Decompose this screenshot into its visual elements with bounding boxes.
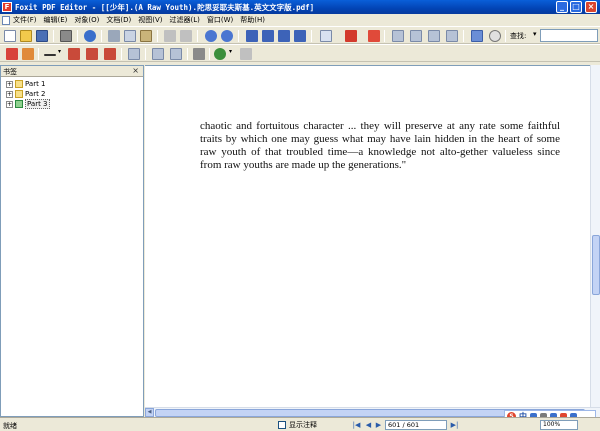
- bookmark-label: Part 2: [25, 90, 46, 98]
- minimize-button[interactable]: _: [556, 1, 568, 13]
- app-window: F Foxit PDF Editor - [[少年].(A Raw Youth)…: [0, 0, 600, 431]
- status-next-page-button[interactable]: ▶: [374, 420, 383, 430]
- bookmarks-tab[interactable]: 书签: [3, 67, 17, 77]
- status-last-page-button[interactable]: ▶|: [450, 420, 459, 430]
- bookmark-part-1[interactable]: + Part 1: [6, 79, 46, 89]
- panel-close-icon[interactable]: ×: [132, 66, 139, 75]
- page-indicator[interactable]: 601 / 601: [385, 420, 447, 430]
- find-input[interactable]: [540, 29, 598, 42]
- menu-edit[interactable]: 编辑(E): [44, 15, 68, 25]
- delete-page-icon[interactable]: [368, 30, 380, 42]
- hand-tool-icon[interactable]: [22, 48, 34, 60]
- page-layout-icon[interactable]: [392, 30, 404, 42]
- status-text: 就绪: [3, 422, 17, 430]
- close-button[interactable]: ×: [585, 1, 597, 13]
- menu-window[interactable]: 窗口(W): [207, 15, 233, 25]
- main-toolbar: 查找: ▾: [0, 26, 600, 44]
- save-icon[interactable]: [36, 30, 48, 42]
- bookmark-icon: [15, 100, 23, 108]
- menu-view[interactable]: 视图(V): [138, 15, 162, 25]
- extract-page-icon[interactable]: [345, 30, 357, 42]
- copy-icon[interactable]: [124, 30, 136, 42]
- bookmark-icon: [15, 90, 23, 98]
- zoom-level[interactable]: 100%: [540, 420, 578, 430]
- document-view[interactable]: chaotic and fortuitous character ... the…: [145, 65, 590, 407]
- image-tool-icon[interactable]: [86, 48, 98, 60]
- edit-toolbar: ▾ ▾: [0, 44, 600, 62]
- menu-document[interactable]: 文档(D): [106, 15, 131, 25]
- find-dropdown-icon[interactable]: ▾: [533, 30, 537, 38]
- rotate-page-icon[interactable]: [428, 30, 440, 42]
- status-first-page-button[interactable]: |◀: [352, 420, 361, 430]
- status-bar: 就绪 显示注释 |◀ ◀ ▶ 601 / 601 ▶| 100%: [0, 417, 600, 431]
- menu-bar: 文件(F) 编辑(E) 对象(O) 文档(D) 视图(V) 过滤器(L) 窗口(…: [0, 14, 600, 26]
- zoom-out-icon[interactable]: [221, 30, 233, 42]
- next-page-icon[interactable]: [278, 30, 290, 42]
- show-annotations-checkbox[interactable]: [278, 421, 286, 429]
- vertical-scroll-thumb[interactable]: [592, 235, 600, 295]
- vertical-scrollbar[interactable]: [590, 65, 600, 407]
- foxit-logo-icon: F: [2, 2, 12, 12]
- menu-help[interactable]: 帮助(H): [240, 15, 265, 25]
- group-icon[interactable]: [152, 48, 164, 60]
- menu-object[interactable]: 对象(O): [74, 15, 99, 25]
- scroll-left-icon[interactable]: ◀: [145, 408, 154, 417]
- show-annotations-label: 显示注释: [289, 421, 317, 429]
- menu-file[interactable]: 文件(F): [13, 15, 37, 25]
- expand-icon[interactable]: +: [6, 100, 13, 108]
- line-tool-icon[interactable]: [44, 54, 56, 56]
- color-dropdown-icon[interactable]: ▾: [229, 48, 235, 60]
- align-icon[interactable]: [240, 48, 252, 60]
- print-icon[interactable]: [60, 30, 72, 42]
- bookmark-icon: [15, 80, 23, 88]
- insert-page-icon[interactable]: [320, 30, 332, 42]
- tools-icon[interactable]: [193, 48, 205, 60]
- page-text[interactable]: chaotic and fortuitous character ... the…: [200, 120, 560, 172]
- redo-icon[interactable]: [180, 30, 192, 42]
- status-prev-page-button[interactable]: ◀: [364, 420, 373, 430]
- undo-icon[interactable]: [164, 30, 176, 42]
- last-page-icon[interactable]: [294, 30, 306, 42]
- text-tool-icon[interactable]: [6, 48, 18, 60]
- maximize-button[interactable]: □: [570, 1, 582, 13]
- info-icon[interactable]: [84, 30, 96, 42]
- first-page-icon[interactable]: [246, 30, 258, 42]
- open-folder-icon[interactable]: [20, 30, 32, 42]
- new-document-icon[interactable]: [4, 30, 16, 42]
- line-dropdown-icon[interactable]: ▾: [58, 48, 64, 60]
- window-title: Foxit PDF Editor - [[少年].(A Raw Youth).陀…: [15, 3, 315, 12]
- menu-filter[interactable]: 过滤器(L): [170, 15, 200, 25]
- about-icon[interactable]: [489, 30, 501, 42]
- resize-page-icon[interactable]: [446, 30, 458, 42]
- shape-tool-icon[interactable]: [104, 48, 116, 60]
- crop-page-icon[interactable]: [410, 30, 422, 42]
- object-select-icon[interactable]: [68, 48, 80, 60]
- bookmark-label: Part 1: [25, 80, 46, 88]
- title-bar: F Foxit PDF Editor - [[少年].(A Raw Youth)…: [0, 0, 600, 14]
- ungroup-icon[interactable]: [170, 48, 182, 60]
- bookmarks-panel: 书签 × + Part 1 + Part 2 + Part 3: [0, 65, 144, 417]
- zoom-in-icon[interactable]: [205, 30, 217, 42]
- previous-page-icon[interactable]: [262, 30, 274, 42]
- document-menu-icon[interactable]: [2, 15, 10, 25]
- bookmarks-panel-header: 书签 ×: [1, 66, 143, 77]
- color-fill-icon[interactable]: [214, 48, 226, 60]
- bring-forward-icon[interactable]: [128, 48, 140, 60]
- expand-icon[interactable]: +: [6, 80, 13, 88]
- paste-icon[interactable]: [140, 30, 152, 42]
- bookmark-part-2[interactable]: + Part 2: [6, 89, 46, 99]
- document-properties-icon[interactable]: [471, 30, 483, 42]
- expand-icon[interactable]: +: [6, 90, 13, 98]
- bookmark-part-3[interactable]: + Part 3: [6, 99, 50, 109]
- cut-icon[interactable]: [108, 30, 120, 42]
- bookmark-label: Part 3: [25, 99, 50, 109]
- find-label: 查找:: [510, 32, 527, 40]
